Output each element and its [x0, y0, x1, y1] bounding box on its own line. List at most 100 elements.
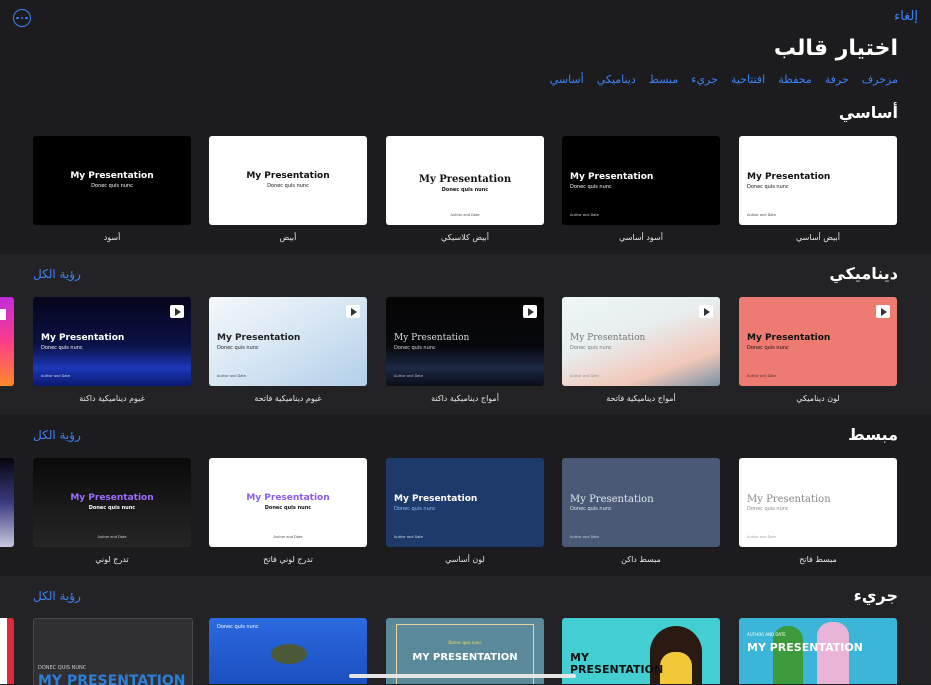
ellipsis-circle-icon[interactable]	[13, 9, 31, 27]
theme-partial[interactable]	[0, 618, 14, 684]
thumb-footer: Author and Date	[747, 374, 776, 378]
section-title: مبسط	[848, 425, 898, 444]
theme-label: غيوم ديناميكية داكنة	[79, 394, 145, 403]
thumb-subtitle: Donec quis nunc	[267, 183, 309, 189]
theme-dynamic-waves-dark[interactable]: My Presentation Donec quis nunc Author a…	[386, 297, 544, 386]
thumb-title: MY PRESENTATION	[412, 652, 518, 663]
theme-label: لون أساسي	[445, 555, 485, 564]
play-icon	[699, 305, 713, 318]
theme-basic-white[interactable]: My Presentation Donec quis nunc Author a…	[739, 136, 897, 225]
cancel-button[interactable]: إلغاء	[894, 9, 918, 24]
thumb-footer: Author and Date	[273, 535, 303, 539]
thumb-subtitle: Donec quis nunc	[264, 505, 312, 511]
turtle-shape	[271, 644, 307, 664]
thumb-footer: Author and Date	[97, 535, 127, 539]
see-all-link[interactable]: رؤية الكل	[33, 267, 81, 281]
thumb-subtitle: AUTHOR AND DATE	[747, 632, 786, 637]
theme-minimal-dark[interactable]: My Presentation Donec quis nunc Author a…	[562, 458, 720, 547]
thumb-subtitle: Donec quis nunc	[91, 183, 133, 189]
tab-decorative[interactable]: مزخرف	[862, 73, 898, 86]
tab-editorial[interactable]: افتتاحية	[731, 73, 765, 86]
theme-label: أمواج ديناميكية داكنة	[431, 394, 499, 403]
theme-basic-black[interactable]: My Presentation Donec quis nunc Author a…	[562, 136, 720, 225]
thumb-subtitle: Donec quis nunc	[217, 345, 259, 351]
section-bold: جريء رؤية الكل MY PRESENTATION AUTHOR AN…	[0, 576, 931, 685]
tab-dynamic[interactable]: ديناميكي	[597, 73, 636, 86]
theme-bold-dark[interactable]: DONEC QUIS NUNC MY PRESENTATION	[33, 618, 193, 685]
thumb-footer: Author and Date	[394, 535, 423, 539]
theme-label: تدرج لوني فاتح	[263, 555, 313, 564]
thumb-subtitle: Donec quis nunc	[441, 187, 489, 193]
theme-dynamic-color[interactable]: My Presentation Donec quis nunc Author a…	[739, 297, 897, 386]
page-title: اختيار قالب	[773, 36, 898, 61]
theme-label: تدرج لوني	[95, 555, 129, 564]
thumb-subtitle: Donec quis nunc	[41, 345, 83, 351]
thumb-title: My Presentation	[41, 333, 125, 343]
theme-gradient-light[interactable]: My Presentation Donec quis nunc Author a…	[209, 458, 367, 547]
thumb-title: My Presentation	[246, 493, 330, 503]
thumb-title: My Presentation	[570, 494, 654, 505]
thumb-footer: Author and Date	[217, 374, 246, 378]
category-tabs: أساسي ديناميكي مبسط جريء افتتاحية محفظة …	[550, 73, 898, 86]
theme-gradient[interactable]: My Presentation Donec quis nunc Author a…	[33, 458, 191, 547]
thumb-title: My Presentation	[70, 493, 154, 503]
tab-basic[interactable]: أساسي	[550, 73, 584, 86]
theme-partial[interactable]	[0, 297, 14, 386]
section-title: أساسي	[838, 103, 898, 122]
theme-label: أبيض كلاسيكي	[441, 233, 489, 242]
theme-minimal-light[interactable]: My Presentation Donec quis nunc Author a…	[739, 458, 897, 547]
theme-dynamic-waves-light[interactable]: My Presentation Donec quis nunc Author a…	[562, 297, 720, 386]
theme-bold-people[interactable]: MY PRESENTATION AUTHOR AND DATE	[739, 618, 897, 684]
play-icon	[876, 305, 890, 318]
thumb-title: My Presentation	[570, 172, 654, 182]
thumb-footer: Author and Date	[747, 535, 776, 539]
thumb-title: My Presentation	[570, 333, 646, 343]
play-icon	[346, 305, 360, 318]
theme-label: غيوم ديناميكية فاتحة	[254, 394, 322, 403]
theme-partial[interactable]	[0, 458, 14, 547]
tab-bold[interactable]: جريء	[691, 73, 718, 86]
theme-label: أبيض	[279, 233, 297, 242]
thumb-title: MY PRESENTATION	[38, 673, 186, 685]
thumb-title: My Presentation	[246, 171, 330, 181]
theme-bold-portrait[interactable]: MY PRESENTATION	[562, 618, 720, 684]
theme-bold-turtle[interactable]: Donec quis nunc	[209, 618, 367, 684]
theme-black[interactable]: My Presentation Donec quis nunc	[33, 136, 191, 225]
thumb-subtitle: Donec quis nunc	[394, 345, 436, 351]
thumb-footer: Author and Date	[570, 374, 599, 378]
thumb-footer: Author and Date	[41, 374, 70, 378]
section-dynamic: ديناميكي رؤية الكل My Presentation Donec…	[0, 254, 931, 414]
thumb-title: MY PRESENTATION	[570, 651, 664, 676]
theme-label: أسود	[103, 233, 121, 242]
theme-label: مبسط فاتح	[799, 555, 837, 564]
home-indicator[interactable]	[349, 674, 576, 678]
theme-classic-white[interactable]: My Presentation Donec quis nunc Author a…	[386, 136, 544, 225]
thumb-subtitle: Donec quis nunc	[747, 184, 789, 190]
theme-primary-color[interactable]: My Presentation Donec quis nunc Author a…	[386, 458, 544, 547]
thumb-title: My Presentation	[394, 333, 470, 343]
thumb-title: My Presentation	[394, 494, 478, 504]
see-all-link[interactable]: رؤية الكل	[33, 589, 81, 603]
thumb-title: My Presentation	[418, 174, 512, 185]
thumb-title: My Presentation	[747, 333, 831, 343]
thumb-subtitle: Donec quis nunc	[88, 505, 136, 511]
thumb-subtitle: Donec quis nunc	[570, 506, 612, 512]
thumb-subtitle: Donec quis nunc	[448, 640, 482, 645]
thumb-subtitle: Donec quis nunc	[747, 506, 789, 512]
play-icon	[0, 309, 6, 320]
theme-label: أمواج ديناميكية فاتحة	[606, 394, 676, 403]
thumb-title: My Presentation	[217, 333, 301, 343]
thumb-subtitle: Donec quis nunc	[570, 184, 612, 190]
see-all-link[interactable]: رؤية الكل	[33, 428, 81, 442]
tab-craft[interactable]: حرفة	[825, 73, 849, 86]
theme-dynamic-clouds-dark[interactable]: My Presentation Donec quis nunc Author a…	[33, 297, 191, 386]
thumb-subtitle: Donec quis nunc	[747, 345, 789, 351]
theme-white[interactable]: My Presentation Donec quis nunc	[209, 136, 367, 225]
section-title: ديناميكي	[829, 264, 898, 283]
play-icon	[170, 305, 184, 318]
tab-portfolio[interactable]: محفظة	[778, 73, 811, 86]
tab-minimal[interactable]: مبسط	[649, 73, 678, 86]
thumb-footer: Author and Date	[570, 535, 599, 539]
theme-dynamic-clouds-light[interactable]: My Presentation Donec quis nunc Author a…	[209, 297, 367, 386]
section-title: جريء	[853, 586, 898, 605]
